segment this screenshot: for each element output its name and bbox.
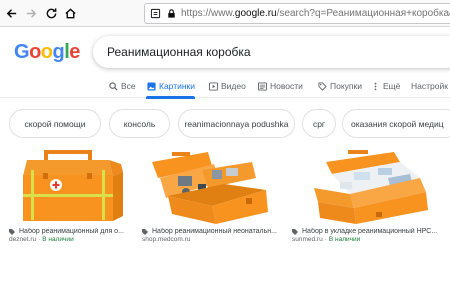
home-icon[interactable] xyxy=(61,4,79,22)
search-tabs: Все Картинки Видео Новости Покупки Ещё Н… xyxy=(0,74,450,99)
google-logo[interactable]: Google xyxy=(14,41,80,64)
tag-icon xyxy=(9,228,15,235)
url-text[interactable]: https://www.google.ru/search?q=Реанимаци… xyxy=(181,8,450,19)
result-source: sunmed.ru xyxy=(292,236,323,243)
result-title: Набор реанимационный для о... xyxy=(19,228,124,235)
chip-item[interactable]: оказания скорой медиц xyxy=(342,109,450,138)
tab-images[interactable]: Картинки xyxy=(146,74,196,99)
chip-item[interactable]: консоль xyxy=(109,109,170,138)
tab-shopping[interactable]: Покупки xyxy=(317,74,362,98)
result-thumbnail[interactable] xyxy=(292,148,450,225)
image-result[interactable]: Набор реанимационный для о... deznet.ru ·… xyxy=(9,148,132,243)
result-thumbnail[interactable] xyxy=(142,148,280,225)
tag-icon xyxy=(317,81,327,91)
image-result[interactable]: Набор реанимационный неонатальн... shop.… xyxy=(142,148,280,243)
image-result[interactable]: Набор в укладке реанимационный НРС... su… xyxy=(292,148,450,243)
chip-item[interactable]: reanimacionnaya podushka xyxy=(178,109,295,138)
tab-news[interactable]: Новости xyxy=(257,74,303,98)
image-icon xyxy=(146,81,156,91)
more-icon xyxy=(370,81,380,91)
browser-toolbar: https://www.google.ru/search?q=Реанимаци… xyxy=(0,0,450,27)
tab-all[interactable]: Все xyxy=(108,74,136,98)
news-icon xyxy=(257,81,267,91)
lock-icon[interactable] xyxy=(165,8,177,20)
chip-item[interactable]: срг xyxy=(302,109,336,138)
availability-badge: В наличии xyxy=(42,236,74,243)
related-chips: скорой помощи консоль reanimacionnaya po… xyxy=(0,109,450,139)
result-title: Набор в укладке реанимационный НРС... xyxy=(302,228,438,235)
address-bar[interactable]: https://www.google.ru/search?q=Реанимаци… xyxy=(144,3,450,24)
chip-item[interactable]: скорой помощи xyxy=(9,109,101,138)
availability-badge: В наличии xyxy=(328,236,361,243)
result-source: shop.medcom.ru xyxy=(142,236,191,243)
forward-arrow-icon[interactable] xyxy=(22,4,40,22)
tag-icon xyxy=(292,228,298,235)
result-title: Набор реанимационный неонатальн... xyxy=(152,228,277,235)
tab-more[interactable]: Ещё xyxy=(370,74,400,98)
page-info-icon[interactable] xyxy=(149,8,161,20)
tag-icon xyxy=(142,228,148,235)
result-source: deznet.ru xyxy=(9,236,37,243)
play-icon xyxy=(208,81,218,91)
back-arrow-icon[interactable] xyxy=(2,4,20,22)
tab-settings[interactable]: Настройк xyxy=(411,74,448,98)
reload-icon[interactable] xyxy=(42,4,60,22)
search-icon xyxy=(108,81,118,91)
search-input[interactable] xyxy=(107,45,407,59)
result-thumbnail[interactable] xyxy=(9,148,132,225)
search-box[interactable] xyxy=(93,36,450,68)
tab-video[interactable]: Видео xyxy=(208,74,246,98)
